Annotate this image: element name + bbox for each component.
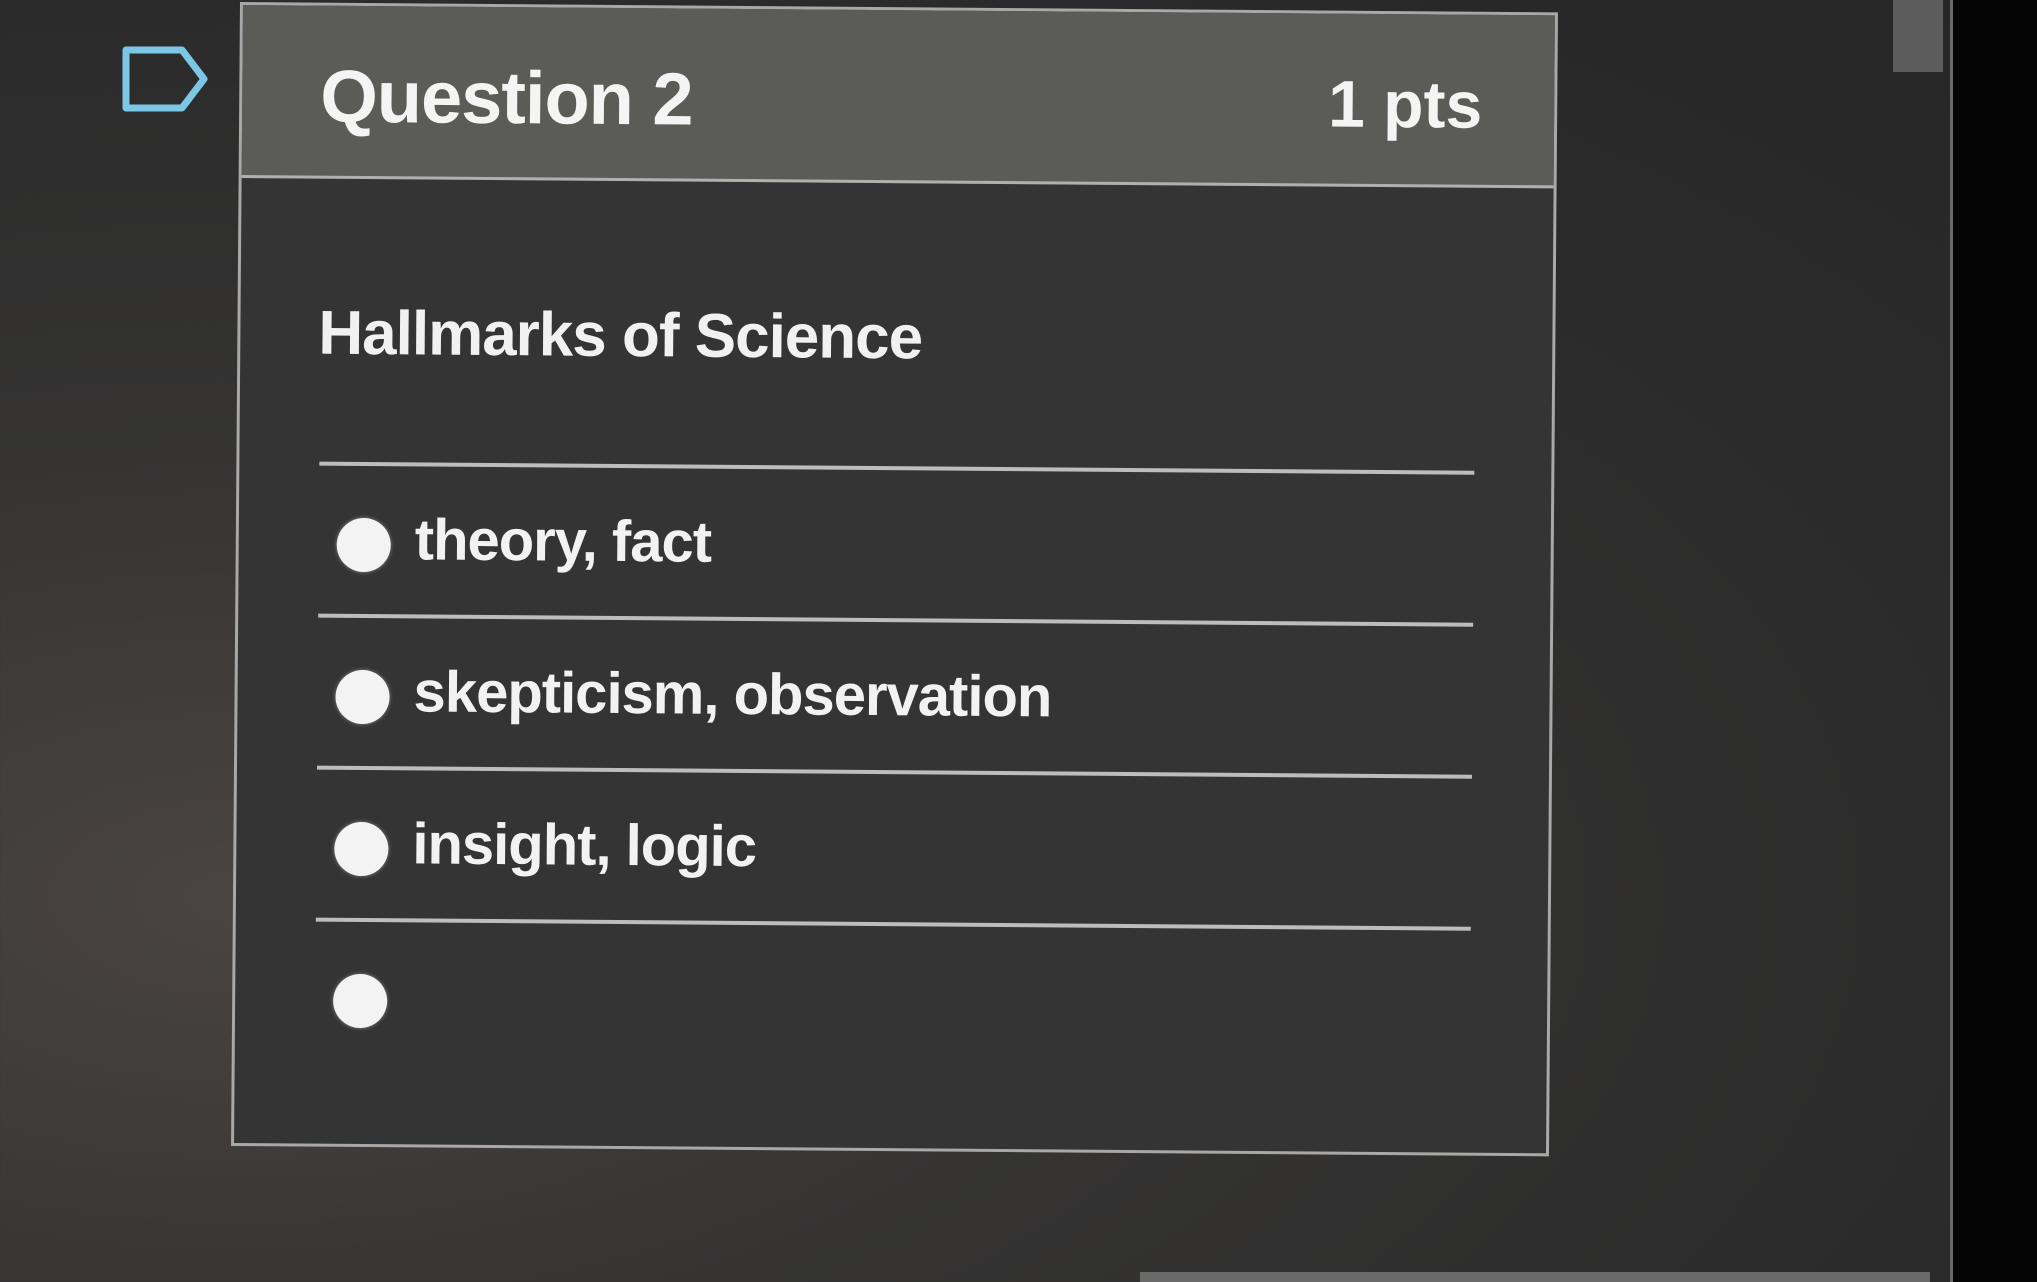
question-card: Question 2 1 pts Hallmarks of Science th…	[231, 2, 1558, 1157]
answer-option-2[interactable]: skepticism, observation	[317, 613, 1474, 775]
flag-question-icon[interactable]	[120, 44, 210, 114]
screen-bezel	[1950, 0, 2037, 1282]
answer-option-4[interactable]	[314, 917, 1471, 1091]
question-title: Question 2	[319, 54, 693, 141]
answer-label: insight, logic	[412, 811, 757, 880]
radio-button[interactable]	[336, 517, 391, 573]
question-points: 1 pts	[1327, 66, 1483, 142]
radio-button[interactable]	[332, 973, 388, 1029]
question-prompt: Hallmarks of Science	[318, 298, 923, 373]
answer-option-1[interactable]: theory, fact	[318, 461, 1475, 623]
question-header: Question 2 1 pts	[241, 5, 1555, 189]
answer-list: theory, fact skepticism, observation ins…	[314, 461, 1475, 1091]
answer-label: skepticism, observation	[413, 659, 1052, 730]
radio-button[interactable]	[334, 821, 389, 877]
scrollbar-thumb[interactable]	[1893, 0, 1943, 72]
radio-button[interactable]	[335, 669, 390, 725]
answer-label: theory, fact	[414, 507, 712, 575]
next-card-edge	[1140, 1272, 1930, 1282]
answer-option-3[interactable]: insight, logic	[315, 765, 1472, 927]
